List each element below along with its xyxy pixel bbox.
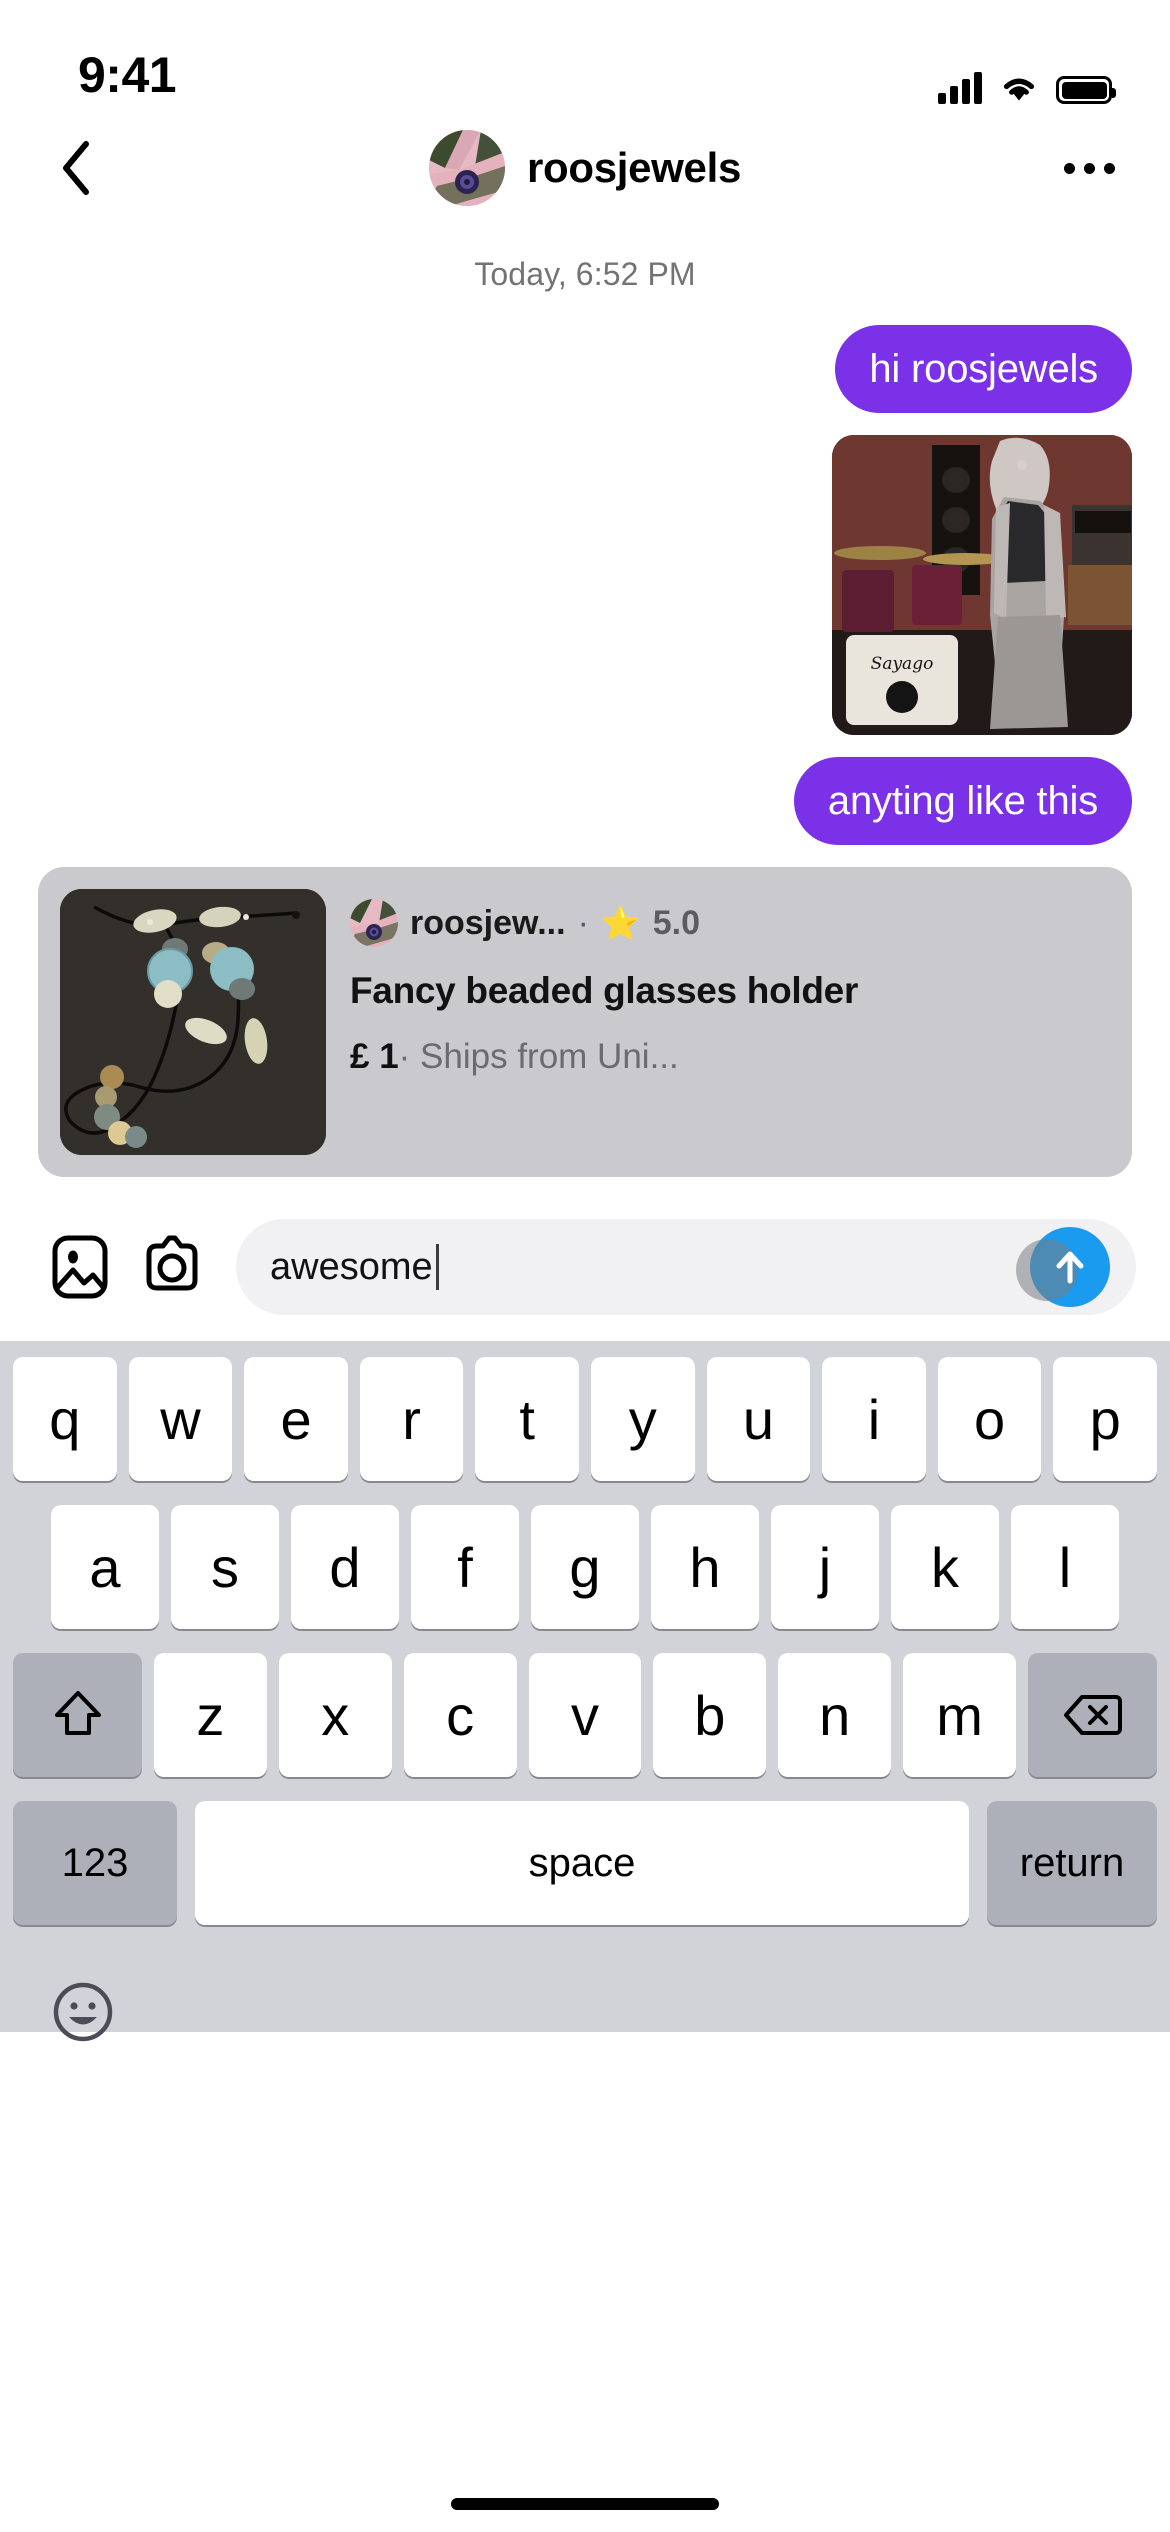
- key-l[interactable]: l: [1011, 1505, 1119, 1629]
- key-k[interactable]: k: [891, 1505, 999, 1629]
- send-button[interactable]: [1016, 1227, 1110, 1307]
- svg-text:Sayago: Sayago: [871, 654, 934, 674]
- message-bubble-outgoing[interactable]: anyting like this: [793, 757, 1132, 845]
- product-card-row: roosjew... · ⭐ 5.0 Fancy beaded glasses …: [38, 867, 1132, 1177]
- message-input-value: awesome: [270, 1245, 433, 1288]
- keyboard-row-1: q w e r t y u i o p: [0, 1357, 1170, 1481]
- on-screen-keyboard: q w e r t y u i o p a s d f g h j k l z …: [0, 1341, 1170, 2042]
- message-row: Sayago: [38, 435, 1132, 735]
- product-photo-glasses-holder: [60, 889, 326, 1155]
- key-h[interactable]: h: [651, 1505, 759, 1629]
- space-key[interactable]: space: [195, 1801, 969, 1925]
- text-caret: [435, 1244, 439, 1290]
- camera-button[interactable]: [126, 1221, 218, 1313]
- key-b[interactable]: b: [653, 1653, 767, 1777]
- status-bar: 9:41: [0, 0, 1170, 118]
- rating-value: 5.0: [652, 903, 700, 942]
- back-button[interactable]: [46, 138, 106, 198]
- day-timestamp: Today, 6:52 PM: [474, 256, 696, 292]
- star-icon: ⭐: [600, 905, 641, 941]
- key-e[interactable]: e: [244, 1357, 348, 1481]
- key-n[interactable]: n: [778, 1653, 892, 1777]
- camera-icon: [146, 1235, 198, 1291]
- header-username: roosjewels: [526, 144, 742, 191]
- chat-header: roosjewels: [0, 118, 1170, 218]
- message-input[interactable]: awesome: [270, 1244, 439, 1290]
- keyboard-bottom-bar: [0, 1949, 1170, 2075]
- photo-library-button[interactable]: [34, 1221, 126, 1313]
- header-profile[interactable]: roosjewels: [0, 130, 1170, 206]
- avatar-image: [428, 130, 505, 206]
- send-arrow-up-icon: [1056, 1251, 1084, 1284]
- key-o[interactable]: o: [937, 1357, 1042, 1481]
- more-options-button[interactable]: [1054, 138, 1124, 198]
- key-a[interactable]: a: [51, 1505, 159, 1629]
- key-t[interactable]: t: [475, 1357, 579, 1481]
- product-meta: £ 1· Ships from Uni...: [350, 1037, 1110, 1077]
- product-seller-line[interactable]: roosjew... · ⭐ 5.0: [350, 899, 1110, 947]
- key-f[interactable]: f: [411, 1505, 519, 1629]
- status-time: 9:41: [78, 47, 177, 103]
- message-row: anyting like this: [38, 757, 1132, 845]
- seller-name: roosjew...: [410, 903, 566, 942]
- message-row: hi roosjewels: [38, 325, 1132, 413]
- key-v[interactable]: v: [528, 1653, 642, 1777]
- key-z[interactable]: z: [154, 1653, 267, 1777]
- chevron-left-icon: [63, 141, 89, 195]
- meta-separator: ·: [398, 1037, 411, 1077]
- status-icons: [938, 72, 1116, 104]
- key-j[interactable]: j: [771, 1505, 879, 1629]
- key-g[interactable]: g: [531, 1505, 639, 1629]
- more-dot: [1103, 162, 1115, 174]
- seller-avatar-image: [350, 899, 398, 947]
- key-x[interactable]: x: [278, 1653, 392, 1777]
- battery-full-icon: [1056, 76, 1116, 104]
- key-c[interactable]: c: [403, 1653, 517, 1777]
- message-composer: awesome: [0, 1199, 1170, 1341]
- seller-separator: ·: [577, 903, 589, 942]
- key-d[interactable]: d: [291, 1505, 399, 1629]
- key-m[interactable]: m: [903, 1653, 1017, 1777]
- photo-studio-drums: Sayago: [832, 435, 1132, 735]
- product-title: Fancy beaded glasses holder: [350, 970, 859, 1011]
- key-i[interactable]: i: [822, 1357, 926, 1481]
- key-r[interactable]: r: [359, 1357, 464, 1481]
- message-input-wrapper[interactable]: awesome: [236, 1219, 1136, 1315]
- product-price: £ 1: [350, 1037, 399, 1077]
- home-indicator: [451, 2498, 719, 2510]
- cellular-bars-icon: [938, 72, 982, 104]
- product-info: roosjew... · ⭐ 5.0 Fancy beaded glasses …: [350, 889, 1110, 1155]
- emoji-key[interactable]: [40, 1969, 126, 2055]
- avatar[interactable]: [428, 130, 505, 206]
- key-y[interactable]: y: [591, 1357, 695, 1481]
- more-dot: [1063, 162, 1075, 174]
- keyboard-row-3: z x c v b n m: [0, 1653, 1170, 1777]
- product-image[interactable]: [60, 889, 326, 1155]
- wifi-icon: [1003, 78, 1035, 101]
- product-card[interactable]: roosjew... · ⭐ 5.0 Fancy beaded glasses …: [38, 867, 1132, 1177]
- shift-arrow-up-icon: [54, 1691, 101, 1735]
- message-photo[interactable]: Sayago: [832, 435, 1132, 735]
- more-dot: [1083, 162, 1095, 174]
- key-p[interactable]: p: [1053, 1357, 1157, 1481]
- return-key[interactable]: return: [987, 1801, 1157, 1925]
- key-w[interactable]: w: [128, 1357, 233, 1481]
- photo-library-icon: [52, 1235, 108, 1299]
- key-u[interactable]: u: [706, 1357, 811, 1481]
- product-shipping: Ships from Uni...: [420, 1037, 679, 1077]
- key-q[interactable]: q: [13, 1357, 117, 1481]
- shift-key[interactable]: [13, 1653, 142, 1777]
- keyboard-row-2: a s d f g h j k l: [0, 1505, 1170, 1629]
- key-s[interactable]: s: [171, 1505, 279, 1629]
- emoji-smiley-icon: [53, 1982, 113, 2042]
- message-bubble-outgoing[interactable]: hi roosjewels: [835, 325, 1132, 413]
- keyboard-row-4: 123 space return: [0, 1801, 1170, 1925]
- backspace-key[interactable]: [1028, 1653, 1158, 1777]
- backspace-delete-icon: [1063, 1695, 1122, 1735]
- seller-avatar: [350, 899, 398, 947]
- numbers-key[interactable]: 123: [13, 1801, 177, 1925]
- message-thread: Today, 6:52 PM hi roosjewels Sayago anyt…: [0, 256, 1170, 1177]
